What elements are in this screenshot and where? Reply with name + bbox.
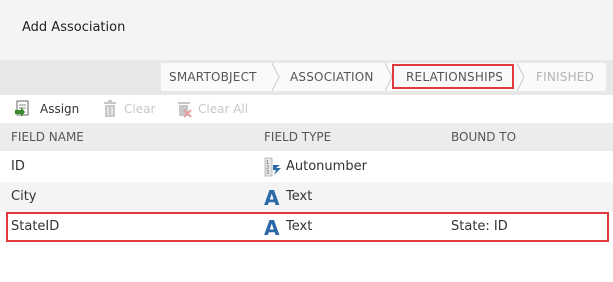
field-name-cell: ID bbox=[11, 159, 25, 174]
assign-button[interactable]: Assign bbox=[40, 98, 79, 120]
assign-icon bbox=[15, 100, 29, 117]
column-header-field-name[interactable]: FIELD NAME bbox=[11, 123, 84, 151]
selected-row-highlight bbox=[6, 212, 609, 242]
autonumber-icon: 1 2 3 bbox=[264, 157, 281, 177]
toolbar bbox=[0, 95, 613, 123]
text-type-icon: A bbox=[264, 186, 280, 210]
svg-text:3: 3 bbox=[266, 170, 269, 176]
clear-button[interactable]: Clear bbox=[124, 98, 155, 120]
column-header-field-type[interactable]: FIELD TYPE bbox=[264, 123, 331, 151]
clear-all-button[interactable]: Clear All bbox=[198, 98, 248, 120]
field-name-cell: City bbox=[11, 189, 37, 204]
chevron-right-icon bbox=[272, 63, 280, 91]
field-type-cell: Autonumber bbox=[286, 159, 367, 174]
wizard-step-finished[interactable]: FINISHED bbox=[536, 63, 594, 91]
wizard-step-smartobject[interactable]: SMARTOBJECT bbox=[169, 63, 257, 91]
clear-all-icon bbox=[178, 102, 192, 118]
active-step-highlight bbox=[392, 64, 514, 89]
column-header-bound-to[interactable]: BOUND TO bbox=[451, 123, 516, 151]
dialog-title: Add Association bbox=[22, 20, 126, 35]
wizard-step-association[interactable]: ASSOCIATION bbox=[290, 63, 374, 91]
chevron-right-icon bbox=[517, 63, 525, 91]
field-type-cell: Text bbox=[286, 189, 313, 204]
trash-icon bbox=[104, 100, 116, 117]
